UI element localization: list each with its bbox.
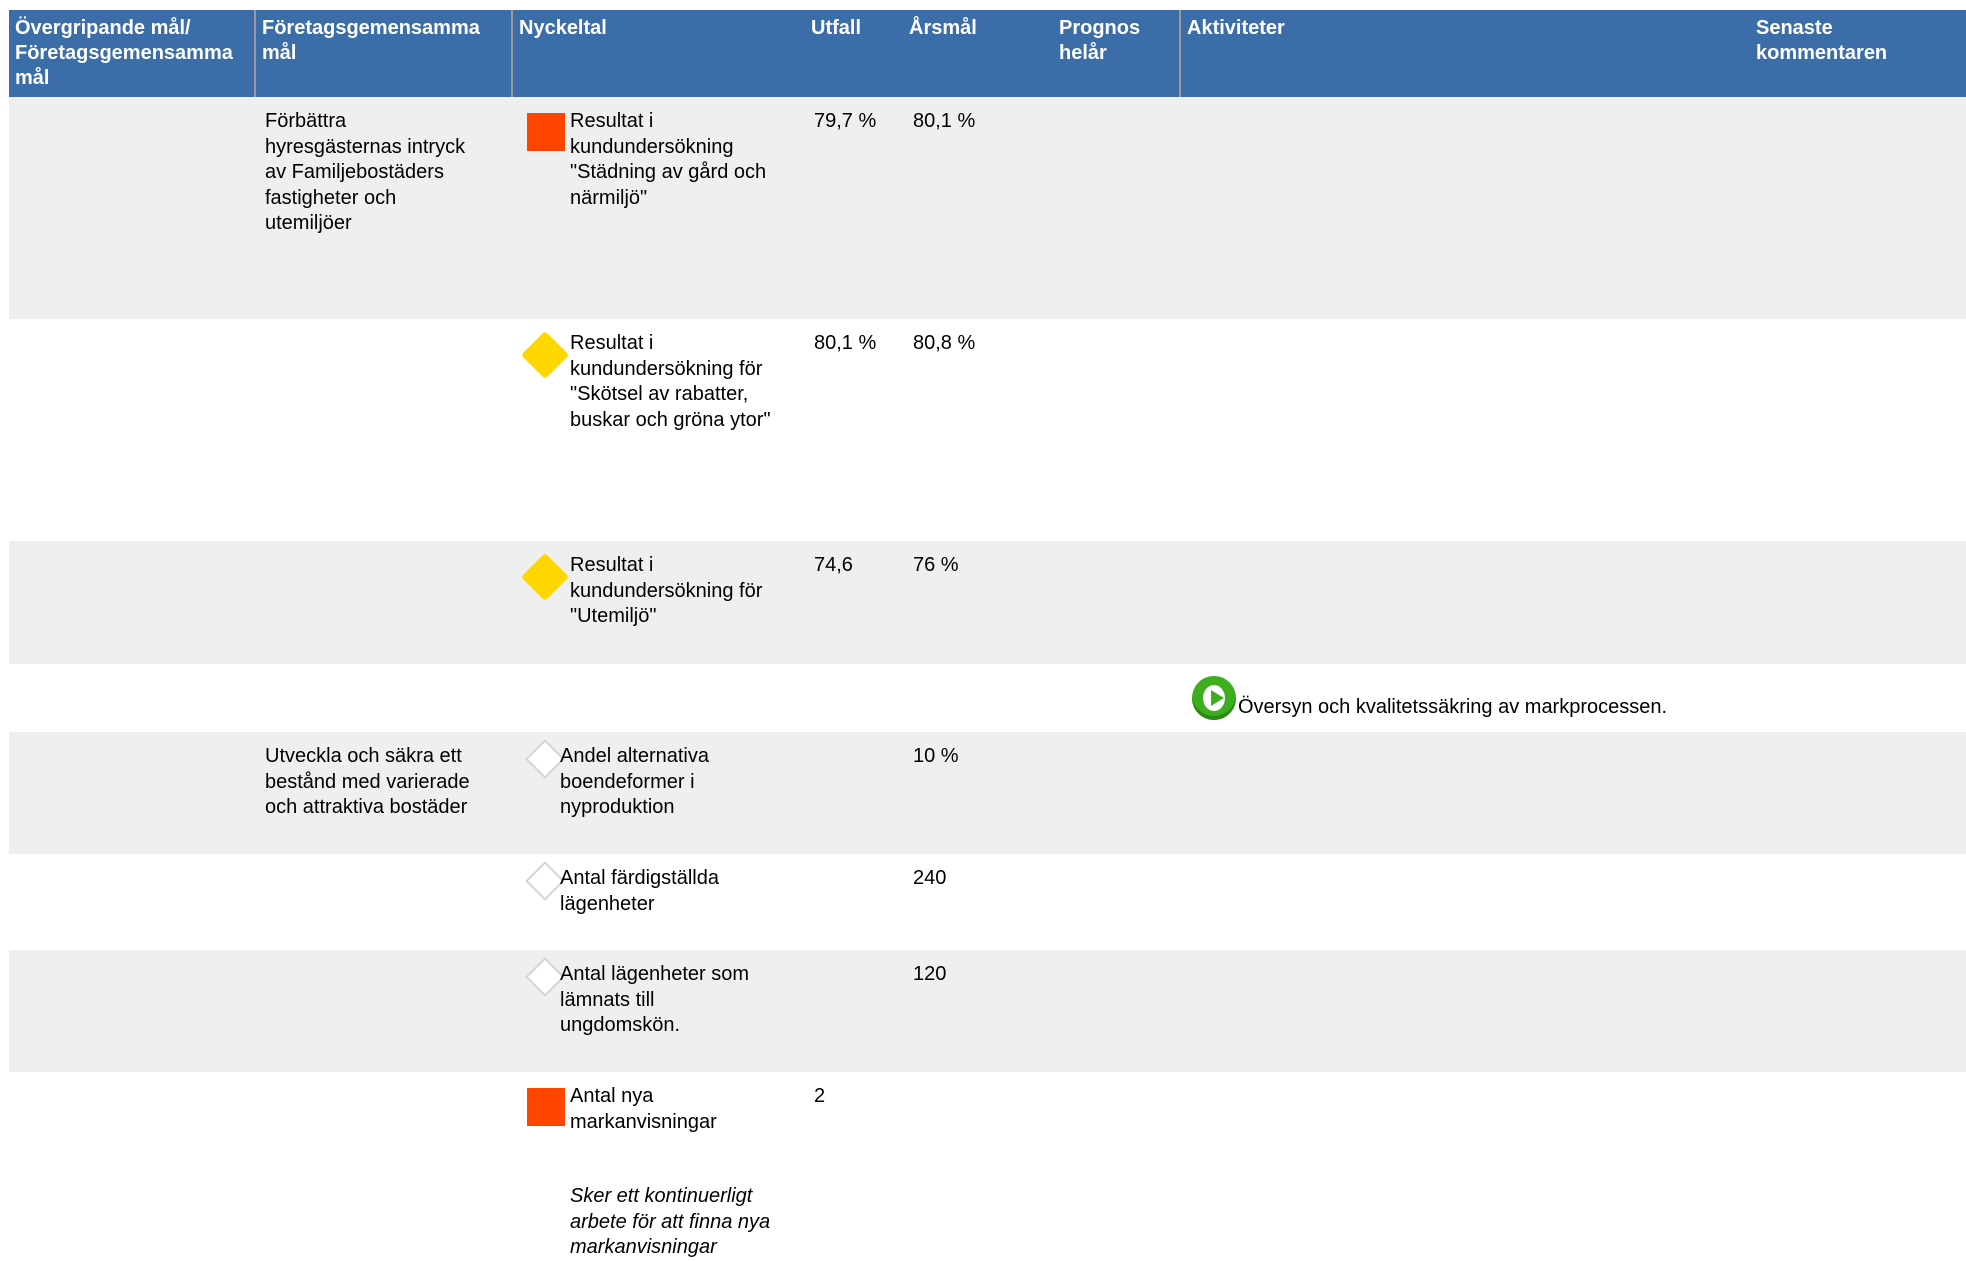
white-diamond-icon (525, 739, 565, 779)
header-kpi: Nyckeltal (519, 17, 607, 39)
table-row: Antal färdigställda lägenheter 240 (9, 854, 1966, 950)
table-row: Utveckla och säkra ett bestånd med varie… (9, 732, 1966, 854)
kpi-comment: Sker ett kontinuerligt arbete för att fi… (570, 1185, 771, 1258)
kpi-outcome: 79,7 % (814, 110, 877, 132)
header-forecast: Prognos helår (1059, 17, 1141, 64)
activity-row: Översyn och kvalitetssäkring av markproc… (9, 664, 1966, 732)
kpi-target: 76 % (913, 554, 959, 576)
header-divider (1179, 10, 1181, 97)
header-activities: Aktiviteter (1187, 17, 1285, 39)
yellow-diamond-icon (520, 552, 570, 602)
company-goal-text: Förbättra hyresgästernas intryck av Fami… (265, 110, 466, 234)
kpi-outcome: 2 (814, 1085, 826, 1107)
company-goal-text: Utveckla och säkra ett bestånd med varie… (265, 745, 470, 818)
table-row: Resultat i kundundersökning för "Utemilj… (9, 541, 1966, 664)
activity-text[interactable]: Översyn och kvalitetssäkring av markproc… (1238, 695, 1667, 721)
header-overall-goal: Övergripande mål/ Företagsgemensamma mål (15, 17, 233, 89)
kpi-name: Resultat i kundundersökning för "Utemilj… (570, 554, 763, 627)
kpi-name: Antal nya markanvisningar (570, 1085, 717, 1133)
header-company-goal: Företagsgemensamma mål (262, 17, 480, 64)
kpi-target: 10 % (913, 745, 959, 767)
header-divider (511, 10, 513, 97)
kpi-name: Resultat i kundundersökning "Städning av… (570, 110, 767, 209)
white-diamond-icon (525, 861, 565, 901)
kpi-outcome: 80,1 % (814, 332, 877, 354)
header-latest-comment: Senaste kommentaren (1756, 17, 1888, 64)
kpi-name: Antal färdigställda lägenheter (560, 867, 719, 915)
white-diamond-icon (525, 957, 565, 997)
kpi-outcome: 74,6 (814, 554, 853, 576)
yellow-diamond-icon (520, 330, 570, 380)
table-row: Förbättra hyresgästernas intryck av Fami… (9, 97, 1966, 319)
red-square-icon (527, 113, 565, 151)
header-outcome: Utfall (811, 17, 861, 39)
table-row: Antal nya markanvisningar 2 Sker ett kon… (9, 1072, 1966, 1258)
play-icon[interactable] (1192, 676, 1236, 720)
table-row: Antal lägenheter som lämnats till ungdom… (9, 950, 1966, 1072)
kpi-name: Resultat i kundundersökning för "Skötsel… (570, 332, 771, 431)
kpi-target: 240 (913, 867, 947, 889)
red-square-icon (527, 1088, 565, 1126)
kpi-target: 80,1 % (913, 110, 976, 132)
header-annual-target: Årsmål (909, 17, 977, 39)
kpi-name: Antal lägenheter som lämnats till ungdom… (560, 963, 750, 1036)
header-divider (254, 10, 256, 97)
table-header: Övergripande mål/ Företagsgemensamma mål… (9, 10, 1966, 97)
kpi-target: 120 (913, 963, 947, 985)
kpi-name: Andel alternativa boendeformer i nyprodu… (560, 745, 709, 818)
kpi-target: 80,8 % (913, 332, 976, 354)
table-row: Resultat i kundundersökning för "Skötsel… (9, 319, 1966, 541)
